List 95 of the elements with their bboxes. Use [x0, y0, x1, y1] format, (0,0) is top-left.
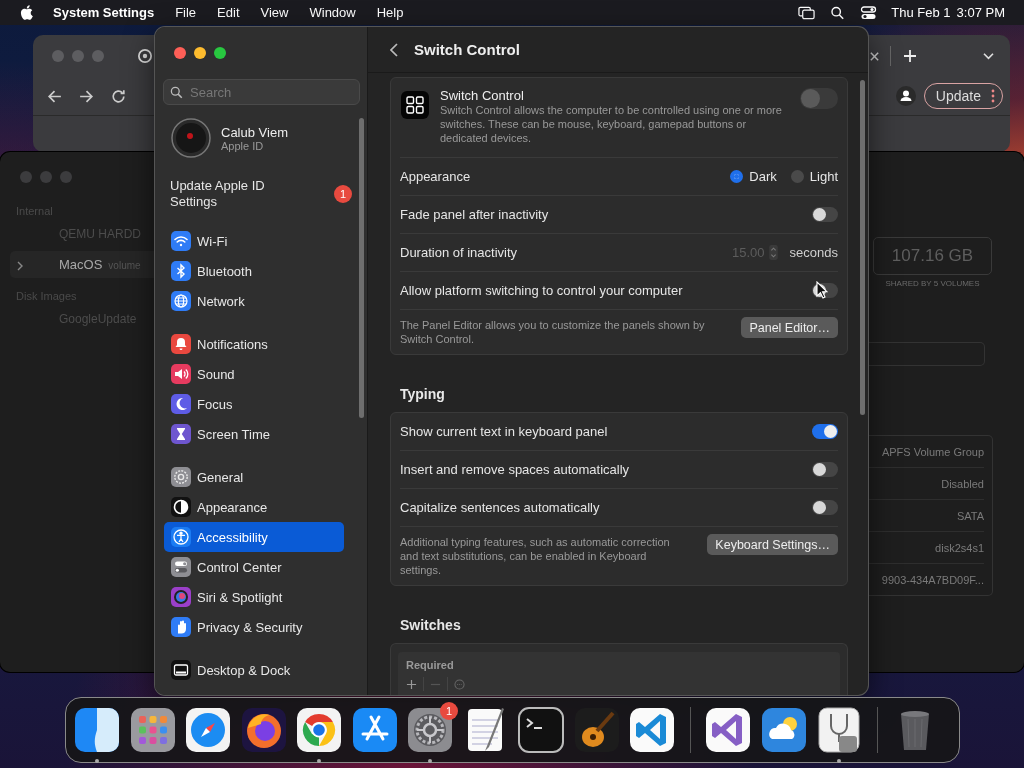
sidebar-item[interactable]: Bluetooth	[164, 256, 344, 286]
row-label: Allow platform switching to control your computer	[400, 283, 683, 298]
row-label: Insert and remove spaces automatically	[400, 462, 630, 477]
sidebar-item[interactable]: Control Center	[164, 552, 344, 582]
notification-badge: 1	[440, 702, 458, 720]
toggle-switch[interactable]	[812, 424, 838, 439]
ribbon-icon[interactable]	[704, 706, 752, 754]
compass-icon[interactable]	[184, 706, 232, 754]
sidebar-item[interactable]: Siri & Spotlight	[164, 582, 344, 612]
disk-name: MacOS	[59, 257, 103, 272]
scrollbar[interactable]	[359, 118, 364, 418]
new-tab-icon[interactable]	[903, 49, 917, 63]
sidebar-item[interactable]: General	[164, 462, 344, 492]
sidebar-item[interactable]: Wi-Fi	[164, 226, 344, 256]
app-menu[interactable]: System Settings	[53, 5, 155, 20]
account-item[interactable]: Calub Viem Apple ID	[164, 113, 358, 163]
section-heading: Switches	[400, 617, 462, 633]
feature-description: Switch Control allows the computer to be controlled using one or more switches. These can be mouse, keyboard, gamepad buttons or dedicated devices.	[440, 103, 783, 145]
sidebar-item[interactable]: Accessibility	[164, 522, 344, 552]
round-logo-icon[interactable]	[295, 706, 343, 754]
sidebar-item[interactable]: Appearance	[164, 492, 344, 522]
help-text: The Panel Editor allows you to customize the panels shown by Switch Control.	[400, 318, 706, 346]
sidebar-item[interactable]: Screen Time	[164, 419, 344, 449]
stethoscope-icon[interactable]	[815, 706, 863, 754]
toggle-switch[interactable]	[812, 462, 838, 477]
menu-item[interactable]: File	[175, 5, 197, 20]
chevron-down-icon[interactable]	[982, 51, 995, 61]
list-header: Required	[406, 659, 455, 671]
sidebar-item[interactable]: Privacy & Security	[164, 612, 344, 642]
gear-icon[interactable]	[406, 706, 454, 754]
search-icon	[170, 86, 183, 99]
account-subtitle: Apple ID	[221, 139, 265, 152]
toggle-switch[interactable]	[800, 88, 838, 109]
update-notice-label: Update Apple ID Settings	[170, 178, 266, 210]
row-label: Show current text in keyboard panel	[400, 424, 608, 439]
screen-mirroring-icon[interactable]	[798, 5, 816, 20]
scrollbar[interactable]	[860, 80, 865, 415]
notification-badge: 1	[334, 185, 352, 203]
help-text: Additional typing features, such as automatic correction and text substitutions, can be enabled in Keyboard settings.	[400, 535, 671, 577]
page-title: Switch Control	[414, 41, 520, 58]
menu-item[interactable]: View	[260, 5, 289, 20]
settings-button[interactable]: Panel Editor…	[741, 317, 838, 338]
menu-date[interactable]: Thu Feb 1	[891, 5, 951, 20]
toggle-switch[interactable]	[812, 500, 838, 515]
toggle-switch[interactable]	[812, 207, 838, 222]
info-value: 9903-434A7BD09F...	[880, 572, 984, 588]
sidebar-item[interactable]: Sound	[164, 359, 344, 389]
section-heading: Typing	[400, 386, 446, 402]
window-zoom-button[interactable]	[214, 47, 226, 59]
flame-globe-icon[interactable]	[239, 706, 288, 754]
avatar-icon	[171, 118, 211, 158]
capacity-value: 107.16 GB	[873, 237, 992, 275]
row-label: Duration of inactivity	[400, 245, 518, 260]
menu-item[interactable]: Edit	[217, 5, 240, 20]
update-button[interactable]: Update	[923, 83, 1003, 109]
weather-icon[interactable]	[759, 706, 808, 754]
cursor-icon	[816, 281, 828, 299]
more-icon[interactable]	[991, 89, 995, 103]
window-minimize-button[interactable]	[194, 47, 206, 59]
account-name: Calub Viem	[221, 124, 288, 140]
menu-item[interactable]: Window	[309, 5, 356, 20]
split-square-icon[interactable]	[73, 706, 121, 754]
row-label: Fade panel after inactivity	[400, 207, 549, 222]
store-icon[interactable]	[350, 706, 399, 754]
profile-icon[interactable]	[895, 86, 916, 106]
menu-item[interactable]: Help	[376, 5, 404, 20]
row-label: Appearance	[400, 169, 471, 184]
sidebar-item[interactable]: Focus	[164, 389, 344, 419]
grid-icon	[401, 91, 429, 119]
settings-button[interactable]: Keyboard Settings…	[707, 534, 838, 555]
window-close-button[interactable]	[174, 47, 186, 59]
radio-option[interactable]: Light	[790, 169, 838, 184]
feature-title: Switch Control	[440, 88, 525, 103]
add-icon[interactable]	[406, 678, 417, 690]
search-field[interactable]: Search	[163, 79, 360, 105]
row-label: Capitalize sentences automatically	[400, 500, 600, 515]
menu-time[interactable]: 3:07 PM	[956, 5, 1005, 20]
back-icon[interactable]	[390, 42, 398, 57]
chevron-right-icon[interactable]	[17, 261, 23, 271]
app-grid-icon[interactable]	[128, 706, 177, 754]
unit-label: seconds	[789, 245, 838, 260]
radio-option[interactable]: Dark	[730, 169, 777, 184]
apple-icon[interactable]	[20, 5, 33, 20]
update-notice[interactable]: Update Apple ID Settings 1	[164, 175, 358, 213]
close-tab-icon[interactable]	[869, 50, 880, 62]
sidebar-item[interactable]: Notifications	[164, 329, 344, 359]
reload-icon[interactable]	[110, 87, 127, 105]
control-center-icon[interactable]	[860, 5, 878, 20]
code-editor-icon[interactable]	[628, 706, 676, 754]
guitar-icon[interactable]	[572, 706, 621, 754]
capacity-note: SHARED BY 5 VOLUMES	[884, 279, 981, 288]
sidebar-item[interactable]: Desktop & Dock	[164, 655, 344, 685]
terminal-icon[interactable]	[517, 706, 565, 754]
sidebar-item[interactable]: Network	[164, 286, 344, 316]
round-logo-icon	[138, 49, 152, 63]
